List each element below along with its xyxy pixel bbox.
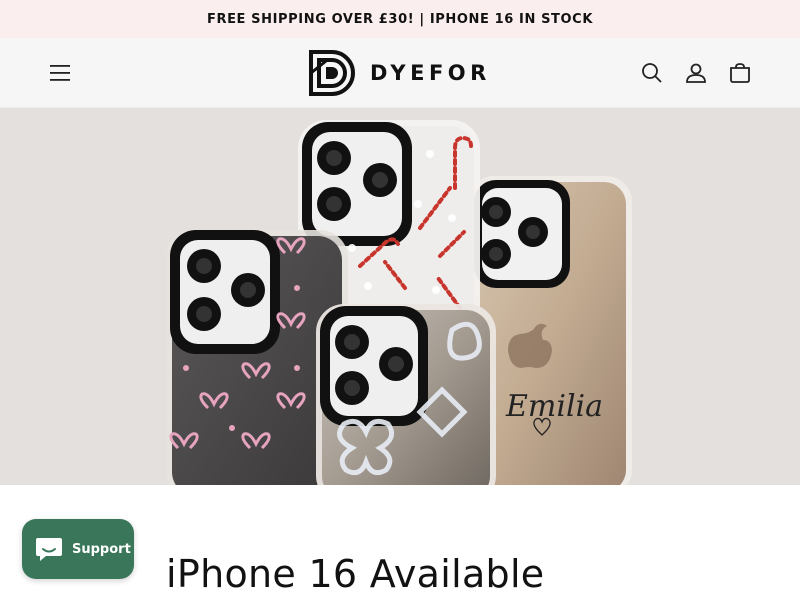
menu-button[interactable] [44, 57, 76, 89]
cart-icon [730, 63, 750, 83]
personalised-name-print: Emilia [505, 389, 603, 424]
dyefor-logo-icon [309, 50, 355, 96]
announcement-bar: FREE SHIPPING OVER £30! | IPHONE 16 IN S… [0, 0, 800, 38]
search-icon [642, 63, 662, 83]
search-button[interactable] [637, 58, 667, 88]
phone-cases-image: Emilia [166, 120, 632, 485]
site-header: DYEFOR [0, 38, 800, 108]
hero-banner[interactable]: Emilia [0, 108, 800, 485]
support-chat-button[interactable]: Support [22, 519, 134, 579]
account-button[interactable] [681, 58, 711, 88]
support-label: Support [72, 541, 131, 557]
cart-button[interactable] [725, 58, 755, 88]
page-heading: iPhone 16 Available [166, 552, 545, 596]
account-icon [686, 63, 706, 83]
menu-icon [50, 65, 70, 81]
chat-bubble-icon [36, 538, 62, 561]
announcement-text: FREE SHIPPING OVER £30! | IPHONE 16 IN S… [206, 11, 593, 27]
brand-logo[interactable]: DYEFOR [308, 48, 491, 98]
brand-name: DYEFOR [370, 61, 491, 85]
phone-case-chrome [316, 304, 496, 485]
